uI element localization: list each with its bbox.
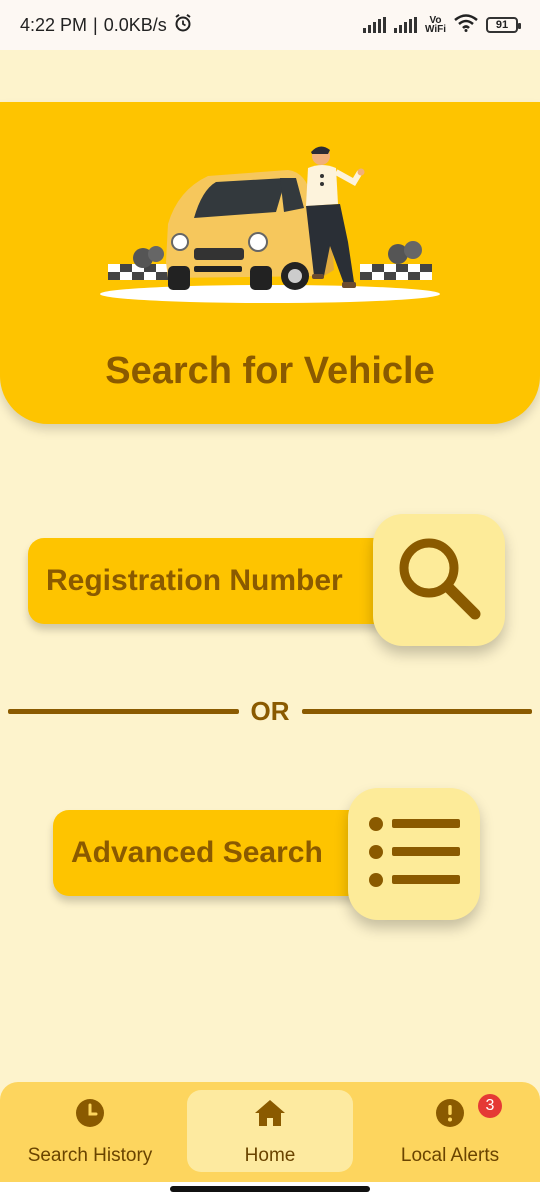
hero-banner: Search for Vehicle bbox=[0, 102, 540, 424]
nav-home[interactable]: Home bbox=[187, 1090, 353, 1172]
advanced-search-button[interactable]: Advanced Search bbox=[53, 810, 373, 896]
clock-icon bbox=[75, 1098, 105, 1133]
nav-search-history[interactable]: Search History bbox=[10, 1090, 170, 1172]
nav-local-alerts[interactable]: 3 Local Alerts bbox=[370, 1090, 530, 1172]
nav-home-label: Home bbox=[244, 1145, 296, 1166]
or-divider: OR bbox=[8, 694, 532, 728]
registration-number-label: Registration Number bbox=[46, 564, 343, 597]
battery-level: 91 bbox=[495, 19, 509, 31]
status-speed: 0.0KB/s bbox=[103, 14, 167, 35]
status-time: 4:22 PM bbox=[20, 14, 88, 35]
registration-search-button[interactable] bbox=[373, 514, 505, 646]
status-left: 4:22 PM | 0.0KB/s bbox=[20, 13, 193, 38]
advanced-search-label: Advanced Search bbox=[71, 836, 323, 869]
page-title: Search for Vehicle bbox=[105, 350, 435, 392]
divider-line-right bbox=[301, 708, 532, 714]
nav-local-alerts-label: Local Alerts bbox=[400, 1145, 500, 1166]
car-with-man-illustration bbox=[100, 146, 440, 303]
vowifi-bottom: WiFi bbox=[424, 24, 446, 35]
alert-icon bbox=[435, 1098, 465, 1133]
status-bar: 4:22 PM | 0.0KB/s Vo WiFi 91 bbox=[0, 0, 540, 50]
status-separator: | bbox=[93, 14, 98, 35]
alarm-icon bbox=[173, 13, 193, 38]
magnifier-icon bbox=[391, 530, 487, 631]
vowifi-icon: Vo WiFi bbox=[424, 16, 446, 35]
home-icon bbox=[253, 1098, 287, 1133]
bottom-navigation: Search History Home 3 Local Alerts bbox=[0, 1082, 540, 1182]
signal-icon-2 bbox=[393, 17, 417, 33]
status-right: Vo WiFi 91 bbox=[362, 13, 521, 37]
home-gesture-bar[interactable] bbox=[170, 1186, 370, 1192]
battery-icon: 91 bbox=[486, 17, 521, 33]
advanced-search-icon-button[interactable] bbox=[348, 788, 480, 920]
registration-number-button[interactable]: Registration Number bbox=[28, 538, 400, 624]
wifi-icon bbox=[454, 13, 478, 37]
signal-icon bbox=[362, 17, 386, 33]
or-text: OR bbox=[250, 695, 290, 726]
alerts-badge: 3 bbox=[478, 1094, 502, 1118]
divider-line-left bbox=[8, 708, 239, 714]
nav-search-history-label: Search History bbox=[27, 1145, 153, 1166]
list-icon bbox=[364, 812, 464, 897]
